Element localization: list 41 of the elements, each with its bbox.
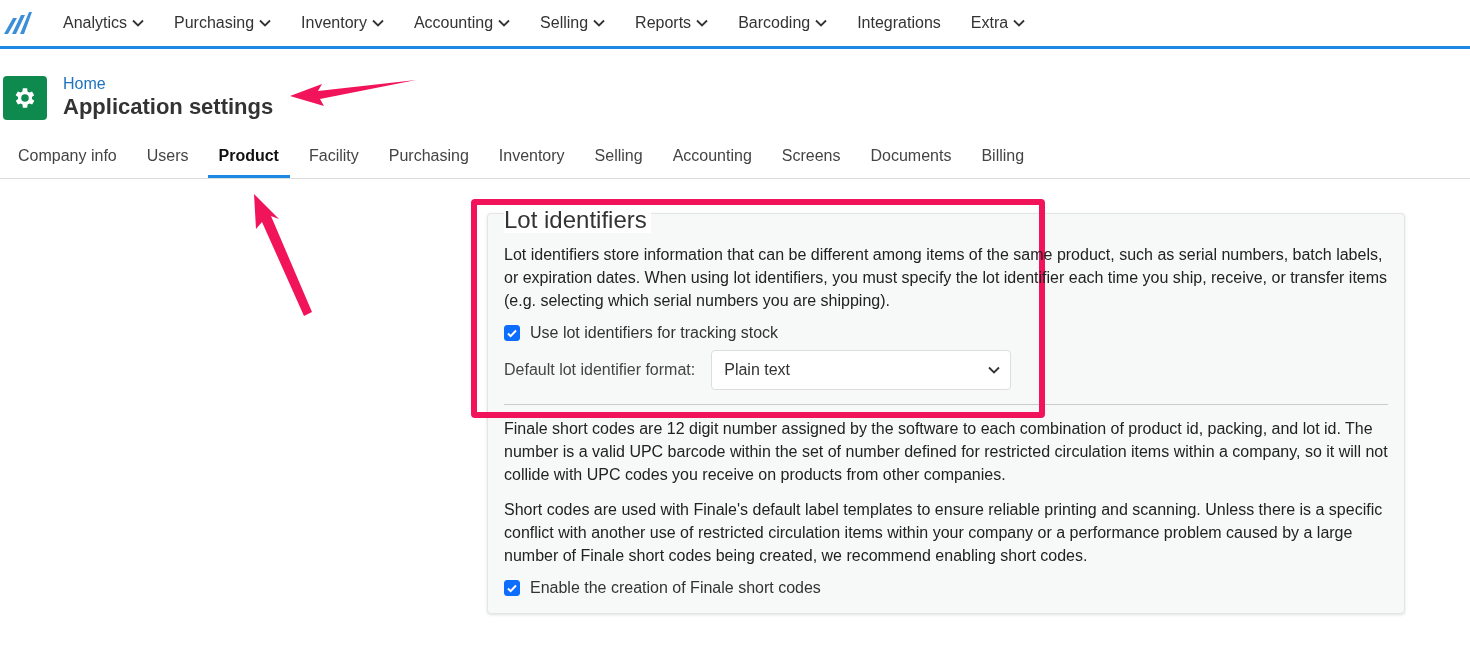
settings-tab[interactable]: Screens: [770, 147, 852, 178]
nav-menu-item[interactable]: Extra: [955, 14, 1041, 32]
checkbox-label: Enable the creation of Finale short codes: [530, 579, 821, 597]
settings-tab[interactable]: Facility: [297, 147, 370, 178]
nav-menu-item[interactable]: Analytics: [48, 14, 160, 32]
description-text: Finale short codes are 12 digit number assigned by the software to each combination of product id, packing, and lot id. The number is a valid UPC barcode within the set of number defined for restricted circulation items within a company, so it will not collide with UPC codes you receive on products from other companies.: [504, 419, 1388, 485]
page-title: Application settings: [63, 93, 274, 121]
nav-menu-item[interactable]: Purchasing: [159, 14, 287, 32]
chevron-down-icon: [371, 19, 384, 27]
nav-menu-item[interactable]: Barcoding: [723, 14, 843, 32]
settings-tab[interactable]: Company info: [7, 147, 128, 178]
field-label: Default lot identifier format:: [504, 361, 696, 379]
settings-tab[interactable]: Accounting: [661, 147, 763, 178]
chevron-down-icon: [815, 19, 828, 27]
chevron-down-icon: [498, 19, 511, 27]
nav-menu-item[interactable]: Selling: [525, 14, 621, 32]
checkbox-label: Use lot identifiers for tracking stock: [530, 324, 779, 342]
settings-tab[interactable]: Purchasing: [377, 147, 480, 178]
settings-tab[interactable]: Inventory: [487, 147, 576, 178]
logo-icon[interactable]: [4, 12, 32, 34]
nav-menu-item[interactable]: Integrations: [842, 14, 956, 32]
settings-icon: [3, 75, 47, 120]
chevron-down-icon: [593, 19, 606, 27]
format-select[interactable]: Plain text: [711, 350, 1012, 390]
settings-tab[interactable]: Documents: [859, 147, 963, 178]
settings-tab[interactable]: Selling: [583, 147, 654, 178]
settings-tab[interactable]: Users: [135, 147, 200, 178]
chevron-down-icon: [988, 366, 1001, 374]
chevron-down-icon: [696, 19, 709, 27]
nav-menu-item[interactable]: Accounting: [398, 14, 526, 32]
chevron-down-icon: [1013, 19, 1026, 27]
nav-menu-item[interactable]: Inventory: [286, 14, 399, 32]
settings-tab[interactable]: Product: [207, 147, 290, 178]
breadcrumb-link[interactable]: Home: [63, 74, 274, 93]
chevron-down-icon: [259, 19, 272, 27]
chevron-down-icon: [132, 19, 145, 27]
settings-tab[interactable]: Billing: [970, 147, 1036, 178]
nav-menu-item[interactable]: Reports: [620, 14, 724, 32]
description-text: Short codes are used with Finale's default label templates to ensure reliable printing and scanning. Unless there is a specific conflict with another use of restricted circulation items within your company or a performance problem caused by a large number of Finale short codes being created, we recommend enabling short codes.: [504, 500, 1384, 566]
checkbox[interactable]: [504, 580, 520, 596]
checkbox[interactable]: [504, 325, 520, 341]
